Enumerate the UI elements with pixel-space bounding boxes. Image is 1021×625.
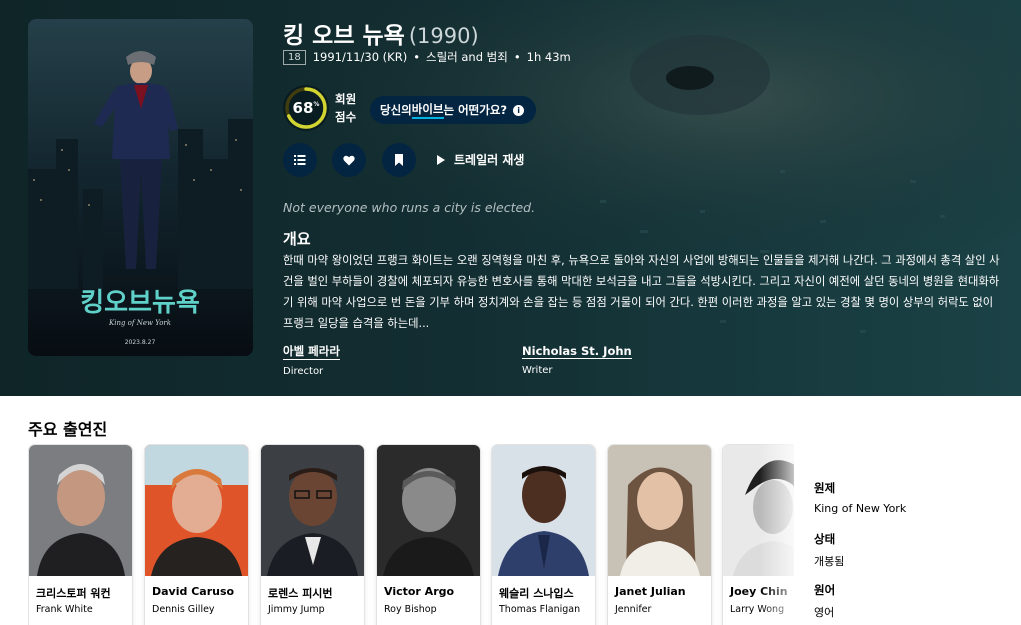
vibe-suffix: 는 어떤가요? xyxy=(443,103,508,117)
poster-date: 2023.8.27 xyxy=(125,339,156,346)
fact-original-language: 원어 영어 xyxy=(814,582,1014,620)
play-icon xyxy=(437,154,445,165)
facts-line: 18 1991/11/30 (KR) • 스릴러 and 범죄 • 1h 43m xyxy=(283,49,571,65)
actor-photo xyxy=(29,445,132,576)
actor-photo xyxy=(608,445,711,576)
actor-photo xyxy=(492,445,595,576)
fact-value: 개봉됨 xyxy=(814,555,845,568)
cast-heading: 주요 출연진 xyxy=(28,420,108,439)
trailer-label: 트레일러 재생 xyxy=(454,153,525,167)
vibe-button[interactable]: 당신의 바이브 는 어떤가요? i xyxy=(370,96,537,124)
fact-label: 상태 xyxy=(814,532,836,546)
character-name: Thomas Flanigan xyxy=(499,604,581,615)
crew-member: Nicholas St. John Writer xyxy=(522,340,632,376)
character-name: Dennis Gilley xyxy=(152,604,215,615)
overview-heading: 개요 xyxy=(283,230,311,248)
fact-label: 원제 xyxy=(814,481,836,495)
fact-original-title: 원제 King of New York xyxy=(814,480,1014,515)
release-date: 1991/11/30 (KR) xyxy=(312,50,408,64)
crew-name[interactable]: Nicholas St. John xyxy=(522,344,632,359)
scroll-fade xyxy=(760,444,806,625)
fact-value: King of New York xyxy=(814,502,907,515)
character-name: Jennifer xyxy=(615,604,652,615)
movie-poster[interactable]: 킹오브뉴욕 King of New York 2023.8.27 xyxy=(28,19,253,356)
movie-header: 킹오브뉴욕 King of New York 2023.8.27 킹 오브 뉴욕… xyxy=(0,0,1021,396)
actor-name[interactable]: Janet Julian xyxy=(615,585,686,598)
separator-dot: • xyxy=(513,50,521,64)
cast-card[interactable]: 로렌스 피시번 Jimmy Jump xyxy=(260,444,365,625)
actor-name[interactable]: 로렌스 피시번 xyxy=(268,585,333,601)
actor-photo xyxy=(377,445,480,576)
genres[interactable]: 스릴러 and 범죄 xyxy=(426,49,508,65)
actor-name[interactable]: 크리스토퍼 워컨 xyxy=(36,585,111,601)
tagline: Not everyone who runs a city is elected. xyxy=(283,200,536,215)
heart-icon xyxy=(343,155,355,165)
cast-card[interactable]: 웨슬리 스나입스 Thomas Flanigan xyxy=(491,444,596,625)
certification-badge: 18 xyxy=(283,49,306,65)
crew-name[interactable]: 아벨 페라라 xyxy=(283,343,340,360)
crew-job: Writer xyxy=(522,365,553,376)
bookmark-icon xyxy=(395,154,403,166)
character-name: Roy Bishop xyxy=(384,604,437,615)
play-trailer-button[interactable]: 트레일러 재생 xyxy=(437,151,524,168)
actor-name[interactable]: 웨슬리 스나입스 xyxy=(499,585,574,601)
vibe-prefix: 당신의 xyxy=(380,103,412,117)
favorite-button[interactable] xyxy=(332,143,366,177)
fact-label: 원어 xyxy=(814,583,836,597)
poster-image: 킹오브뉴욕 King of New York 2023.8.27 xyxy=(28,19,253,356)
release-year: (1990) xyxy=(408,24,479,48)
cast-card[interactable]: Victor Argo Roy Bishop xyxy=(376,444,481,625)
character-name: Jimmy Jump xyxy=(268,604,325,615)
user-score: 68% 회원 점수 xyxy=(283,85,365,131)
vibe-link[interactable]: 바이브 xyxy=(411,101,444,119)
score-value: 68% xyxy=(292,99,320,117)
cast-card[interactable]: Janet Julian Jennifer xyxy=(607,444,712,625)
fact-status: 상태 개봉됨 xyxy=(814,531,1014,569)
poster-title: 킹오브뉴욕 xyxy=(80,288,200,318)
actor-photo xyxy=(145,445,248,576)
cast-card[interactable]: 크리스토퍼 워컨 Frank White xyxy=(28,444,133,625)
info-icon[interactable]: i xyxy=(513,104,525,116)
cast-card[interactable]: David Caruso Dennis Gilley xyxy=(144,444,249,625)
actor-name[interactable]: David Caruso xyxy=(152,585,234,598)
score-label: 회원 점수 xyxy=(335,92,357,124)
score-chart[interactable]: 68% xyxy=(283,85,329,131)
watchlist-button[interactable] xyxy=(382,143,416,177)
poster-english-title: King of New York xyxy=(108,319,171,327)
fact-value: 영어 xyxy=(814,606,835,619)
cast-scroller[interactable]: 크리스토퍼 워컨 Frank White David Caruso Dennis… xyxy=(28,444,794,625)
character-name: Frank White xyxy=(36,604,93,615)
title-line: 킹 오브 뉴욕 (1990) xyxy=(283,16,479,50)
add-to-list-button[interactable] xyxy=(283,143,317,177)
actor-photo xyxy=(261,445,364,576)
movie-title[interactable]: 킹 오브 뉴욕 xyxy=(283,23,405,49)
crew-member: 아벨 페라라 Director xyxy=(283,340,340,377)
runtime: 1h 43m xyxy=(526,50,571,64)
list-icon xyxy=(294,155,306,165)
separator-dot: • xyxy=(413,50,420,64)
overview-text: 한때 마약 왕이었던 프랭크 화이트는 오랜 징역형을 마친 후, 뉴욕으로 돌… xyxy=(283,254,1000,330)
crew-job: Director xyxy=(283,366,324,377)
actor-name[interactable]: Victor Argo xyxy=(384,585,454,598)
